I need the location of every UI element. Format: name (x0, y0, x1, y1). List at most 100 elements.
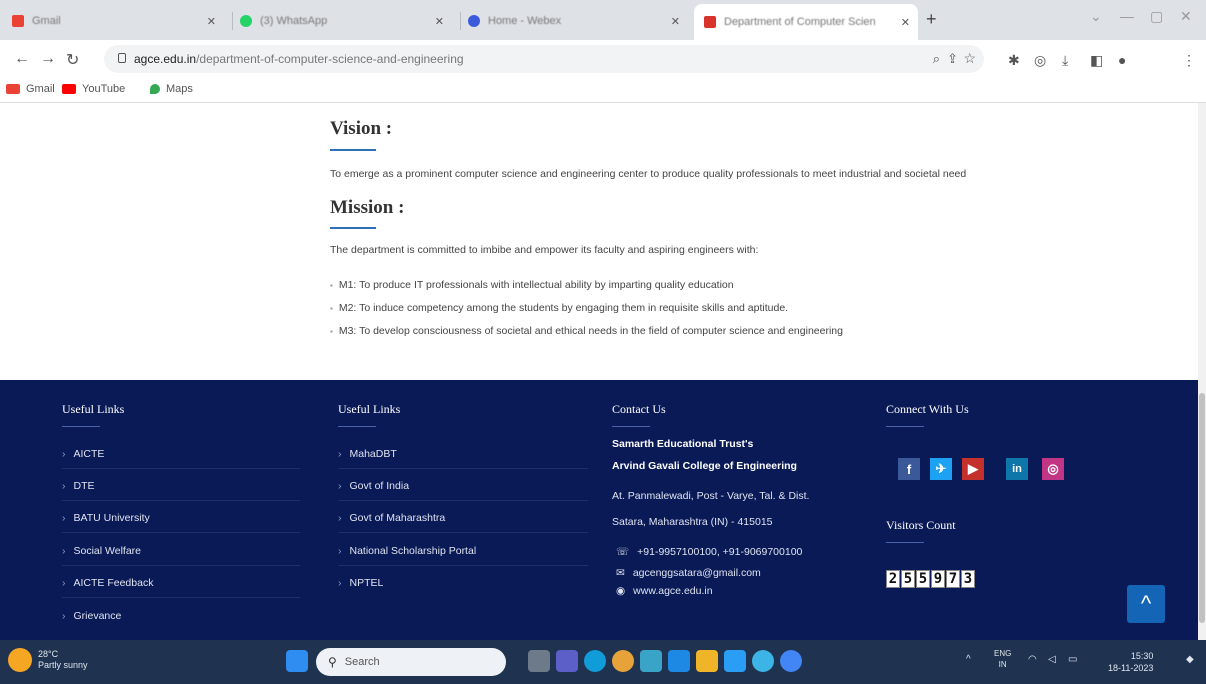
chevron-down-icon[interactable]: ⌄ (1090, 8, 1102, 25)
footer-link-nptel[interactable]: NPTEL (338, 577, 384, 589)
close-icon[interactable]: ✕ (671, 15, 680, 28)
tab-label: Home - Webex (488, 15, 562, 27)
footer-link-govt-india[interactable]: Govt of India (338, 480, 410, 492)
windows-start-icon[interactable] (286, 650, 308, 672)
footer-link-scholarship[interactable]: National Scholarship Portal (338, 545, 477, 557)
tab-gmail[interactable]: Gmail ✕ (12, 6, 224, 36)
bookmark-gmail[interactable]: Gmail (6, 83, 55, 95)
restore-icon[interactable]: ▢ (1150, 8, 1163, 25)
facebook-icon[interactable]: f (898, 458, 920, 480)
bookmarks-bar: Gmail YouTube Maps (0, 78, 1206, 103)
back-to-top-button[interactable]: ^ (1127, 585, 1165, 623)
contact-address-line2: Satara, Maharashtra (IN) - 415015 (612, 516, 773, 528)
weather-temperature: 28°C (38, 649, 59, 659)
contact-email[interactable]: ✉ agcenggsatara@gmail.com (616, 567, 761, 579)
bookmark-star-icon[interactable]: ☆ (963, 50, 976, 67)
speaker-icon[interactable]: ◁ (1048, 654, 1056, 665)
battery-icon[interactable]: ▭ (1068, 654, 1077, 665)
media-icon[interactable]: ◎ (1034, 52, 1046, 69)
copilot-icon[interactable] (640, 650, 662, 672)
instagram-icon[interactable]: ◎ (1042, 458, 1064, 480)
minimize-icon[interactable]: — (1120, 8, 1134, 24)
forward-arrow-icon[interactable]: → (40, 50, 56, 68)
close-icon[interactable]: ✕ (435, 15, 444, 28)
footer-link-dte[interactable]: DTE (62, 480, 95, 492)
chrome-canary-icon[interactable] (612, 650, 634, 672)
download-icon[interactable]: ⤓ (1062, 52, 1068, 69)
browser-icon[interactable] (752, 650, 774, 672)
counter-digit: 9 (931, 570, 945, 588)
extension-icon[interactable]: ✱ (1008, 52, 1020, 69)
url-text[interactable]: agce.edu.in/department-of-computer-scien… (134, 52, 464, 66)
profile-avatar-icon[interactable]: ● (1118, 52, 1126, 68)
heading-underline (330, 227, 376, 229)
footer-link-aicte-feedback[interactable]: AICTE Feedback (62, 577, 154, 589)
heading-underline (338, 426, 376, 427)
notification-icon[interactable]: ◆ (1186, 654, 1194, 665)
mission-item-m3: M3: To develop consciousness of societal… (330, 325, 843, 337)
contact-phone[interactable]: ☏ +91-9957100100, +91-9069700100 (616, 546, 802, 558)
footer-link-batu[interactable]: BATU University (62, 512, 150, 524)
teams-icon[interactable] (556, 650, 578, 672)
counter-digit: 5 (916, 570, 930, 588)
useful-links-heading: Useful Links (338, 402, 401, 416)
sidebar-icon[interactable]: ◧ (1090, 52, 1103, 69)
taskbar-search-box[interactable]: ⚲ Search (316, 648, 506, 676)
clock-date: 18-11-2023 (1108, 663, 1154, 673)
link-divider (62, 468, 300, 469)
contact-website[interactable]: ◉ www.agce.edu.in (616, 585, 713, 597)
new-tab-button[interactable]: + (926, 10, 937, 28)
folder-icon[interactable] (696, 650, 718, 672)
tab-webex[interactable]: Home - Webex ✕ (468, 6, 688, 36)
link-divider (62, 565, 300, 566)
vision-heading: Vision : (330, 118, 393, 139)
close-icon[interactable]: ✕ (901, 16, 910, 29)
heading-underline (886, 542, 924, 543)
weather-widget[interactable]: 28°C Partly sunny (8, 648, 88, 672)
scrollbar-thumb[interactable] (1199, 393, 1205, 623)
file-explorer-icon[interactable] (528, 650, 550, 672)
youtube-icon[interactable]: ▶ (962, 458, 984, 480)
footer-link-aicte[interactable]: AICTE (62, 448, 105, 460)
link-divider (62, 532, 300, 533)
chrome-icon[interactable] (780, 650, 802, 672)
heading-underline (886, 426, 924, 427)
bookmark-maps[interactable]: Maps (150, 83, 193, 95)
google-lens-icon[interactable]: ⌕ (933, 51, 940, 67)
footer-link-social-welfare[interactable]: Social Welfare (62, 545, 142, 557)
footer-link-govt-maharashtra[interactable]: Govt of Maharashtra (338, 512, 446, 524)
store-icon[interactable] (668, 650, 690, 672)
address-bar[interactable]: agce.edu.in/department-of-computer-scien… (104, 45, 984, 73)
photos-icon[interactable] (724, 650, 746, 672)
linkedin-icon[interactable]: in (1006, 458, 1028, 480)
language-indicator[interactable]: ENG IN (994, 648, 1011, 670)
mission-item-m1: M1: To produce IT professionals with int… (330, 279, 734, 291)
system-clock[interactable]: 15:30 18-11-2023 (1108, 650, 1153, 674)
bookmark-youtube[interactable]: YouTube (62, 83, 125, 95)
weather-condition: Partly sunny (38, 660, 88, 670)
reload-icon[interactable]: ↻ (66, 50, 79, 70)
chevron-up-icon[interactable]: ^ (966, 654, 971, 665)
contact-org-trust: Samarth Educational Trust's (612, 438, 754, 450)
mission-intro: The department is committed to imbibe an… (330, 244, 759, 256)
tab-separator (460, 12, 461, 30)
whatsapp-icon (240, 15, 252, 27)
footer-link-mahadbt[interactable]: MahaDBT (338, 448, 397, 460)
close-window-icon[interactable]: ✕ (1180, 8, 1192, 25)
page-scrollbar[interactable] (1198, 103, 1206, 640)
wifi-icon[interactable]: ◠ (1028, 654, 1037, 665)
share-icon[interactable]: ⇪ (947, 51, 958, 67)
tab-whatsapp[interactable]: (3) WhatsApp ✕ (240, 6, 452, 36)
bookmark-label: YouTube (82, 83, 126, 95)
back-arrow-icon[interactable]: ← (14, 50, 30, 68)
footer-link-grievance[interactable]: Grievance (62, 610, 122, 622)
url-path: /department-of-computer-science-and-engi… (196, 52, 464, 66)
menu-dots-icon[interactable]: ⋮ (1182, 52, 1196, 69)
mission-heading: Mission : (330, 197, 405, 218)
close-icon[interactable]: ✕ (207, 15, 216, 28)
twitter-icon[interactable]: ✈ (930, 458, 952, 480)
tab-department[interactable]: Department of Computer Scien ✕ (694, 4, 918, 40)
mission-item-m2: M2: To induce competency among the stude… (330, 302, 788, 314)
edge-icon[interactable] (584, 650, 606, 672)
link-divider (338, 500, 588, 501)
